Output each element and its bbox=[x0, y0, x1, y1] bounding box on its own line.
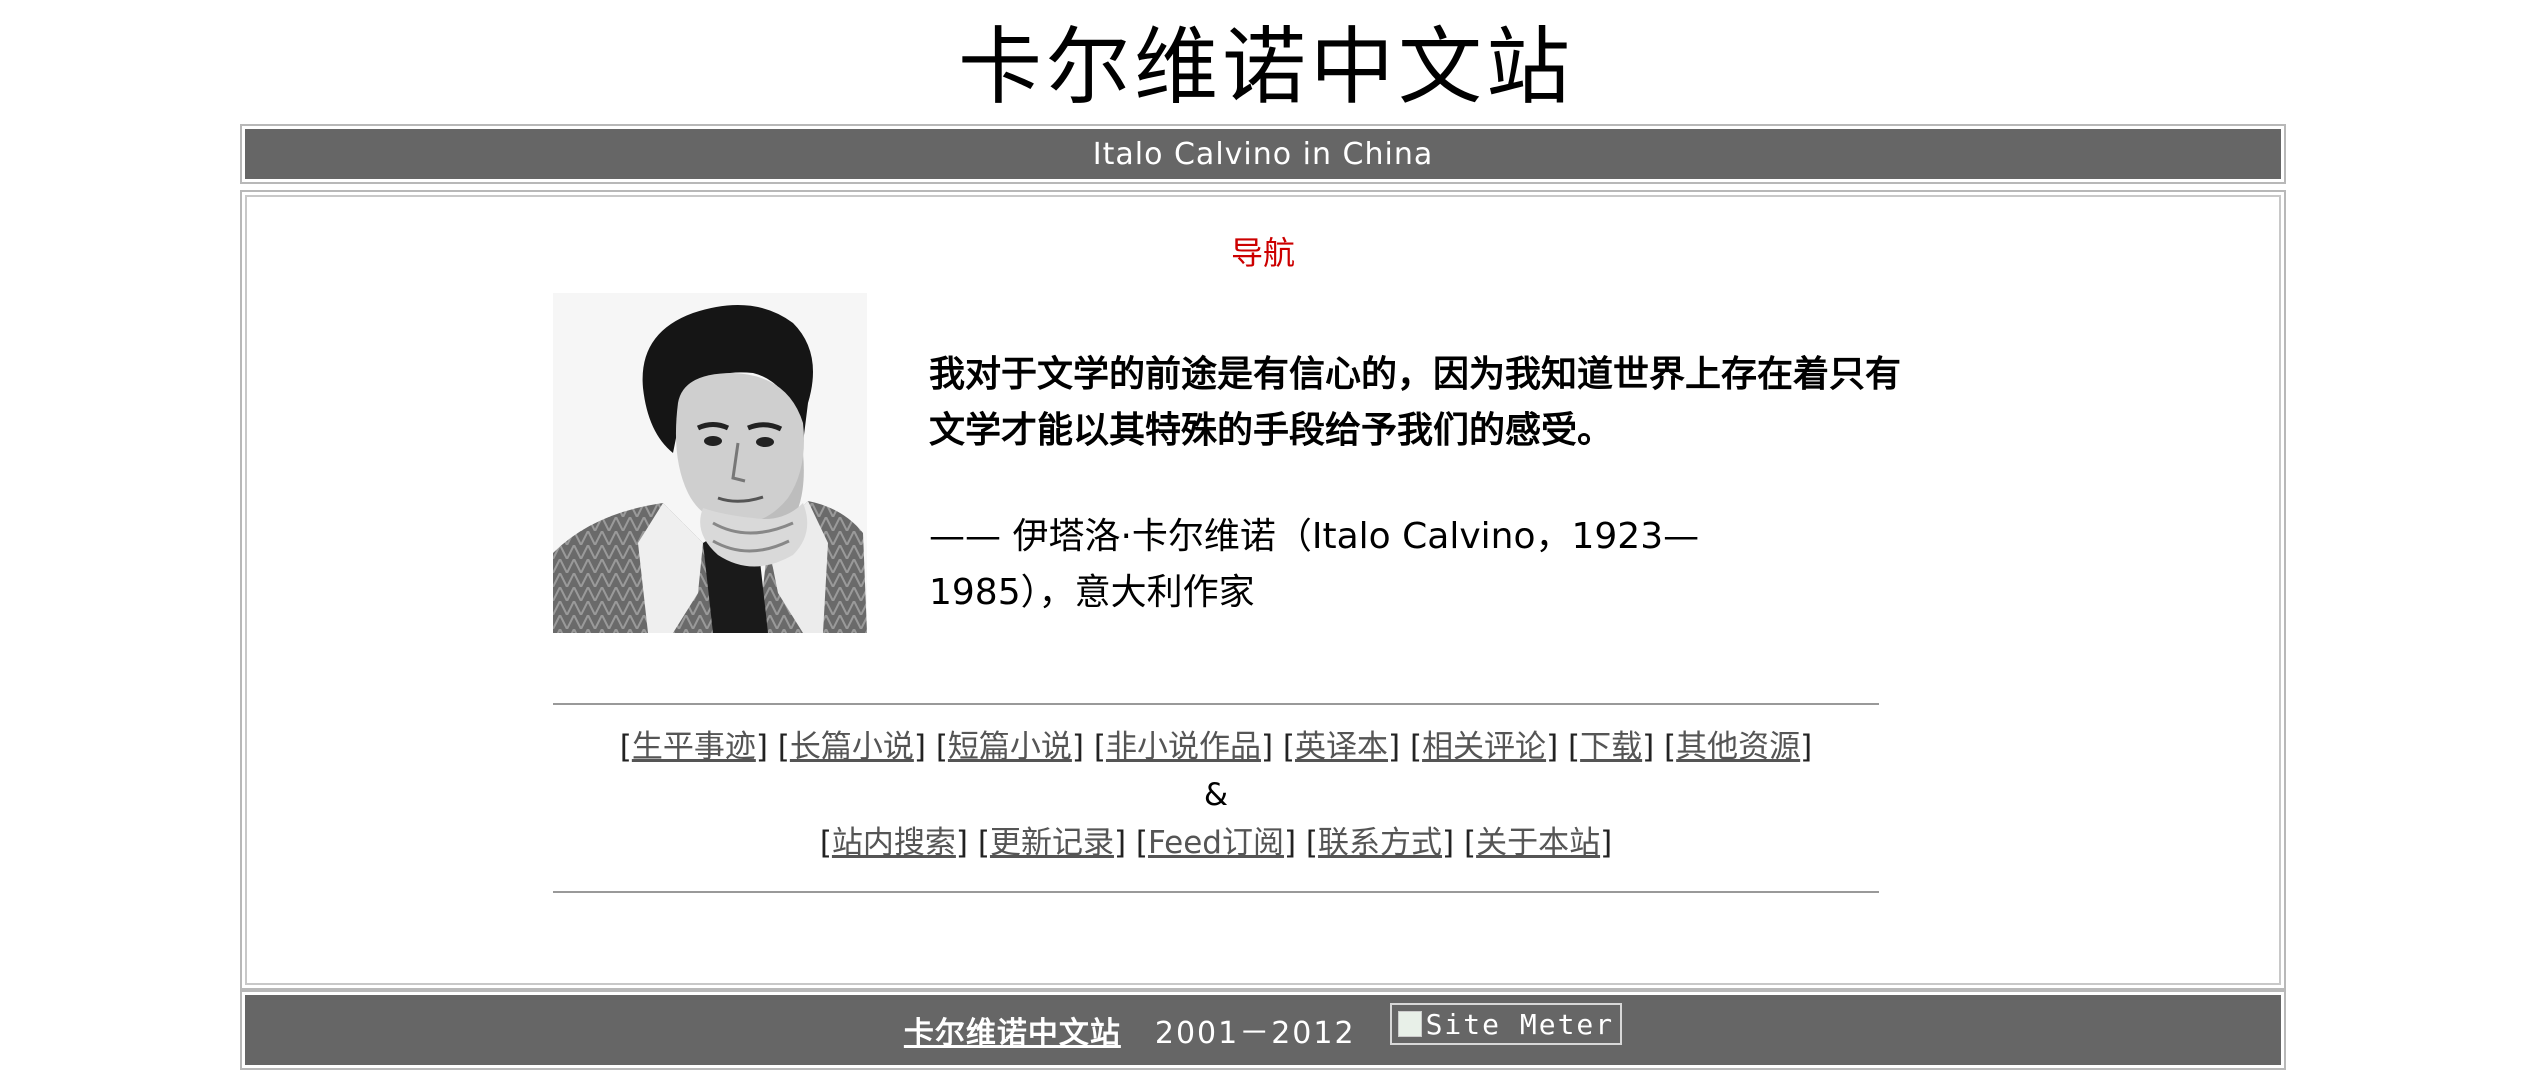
ampersand: & bbox=[1203, 777, 1229, 813]
calvino-portrait bbox=[553, 293, 867, 633]
main-content: 导航 我对于文学的前途是有信心的，因为我知道世界上存在着只有文学才能以其特殊的手… bbox=[245, 195, 2281, 985]
nav-link-short-stories[interactable]: 短篇小说 bbox=[948, 729, 1072, 765]
footer-years: 2001－2012 bbox=[1154, 1016, 1356, 1051]
calvino-quote: 我对于文学的前途是有信心的，因为我知道世界上存在着只有文学才能以其特殊的手段给予… bbox=[929, 354, 1902, 451]
nav-link-novels[interactable]: 长篇小说 bbox=[790, 729, 914, 765]
nav-links-secondary: [站内搜索] [更新记录] [Feed订阅] [联系方式] [关于本站] bbox=[819, 825, 1613, 861]
divider-bottom bbox=[553, 891, 1879, 893]
nav-link-site-search[interactable]: 站内搜索 bbox=[832, 825, 956, 861]
footer-frame: 卡尔维诺中文站 2001－2012 Site Meter bbox=[240, 990, 2286, 1070]
main-content-frame: 导航 我对于文学的前途是有信心的，因为我知道世界上存在着只有文学才能以其特殊的手… bbox=[240, 190, 2286, 990]
nav-link-changelog[interactable]: 更新记录 bbox=[990, 825, 1114, 861]
nav-link-downloads[interactable]: 下载 bbox=[1580, 729, 1642, 765]
site-title: 卡尔维诺中文站 bbox=[957, 18, 1574, 116]
nav-links-primary: [生平事迹] [长篇小说] [短篇小说] [非小说作品] [英译本] [相关评论… bbox=[619, 729, 1813, 765]
footer-site-link[interactable]: 卡尔维诺中文站 bbox=[904, 1008, 1121, 1052]
header-frame: Italo Calvino in China bbox=[240, 124, 2286, 184]
nav-link-contact[interactable]: 联系方式 bbox=[1318, 825, 1442, 861]
broken-image-icon bbox=[1397, 1011, 1422, 1037]
nav-link-biography[interactable]: 生平事迹 bbox=[632, 729, 756, 765]
sitemeter-badge[interactable]: Site Meter bbox=[1389, 1003, 1623, 1045]
footer: 卡尔维诺中文站 2001－2012 Site Meter bbox=[245, 995, 2281, 1065]
divider-top bbox=[553, 703, 1879, 705]
nav-heading: 导航 bbox=[1230, 234, 1295, 272]
nav-link-feed[interactable]: Feed订阅 bbox=[1148, 825, 1284, 861]
nav-link-about[interactable]: 关于本站 bbox=[1476, 825, 1600, 861]
sitemeter-alt-text: Site Meter bbox=[1425, 1007, 1615, 1041]
quote-attribution: —— 伊塔洛·卡尔维诺（Italo Calvino，1923—1985），意大利… bbox=[929, 516, 1700, 613]
nav-link-other-resources[interactable]: 其他资源 bbox=[1676, 729, 1800, 765]
nav-link-english-translations[interactable]: 英译本 bbox=[1295, 729, 1388, 765]
nav-link-nonfiction[interactable]: 非小说作品 bbox=[1106, 729, 1261, 765]
nav-link-reviews[interactable]: 相关评论 bbox=[1422, 729, 1546, 765]
site-subtitle: Italo Calvino in China bbox=[245, 129, 2281, 179]
